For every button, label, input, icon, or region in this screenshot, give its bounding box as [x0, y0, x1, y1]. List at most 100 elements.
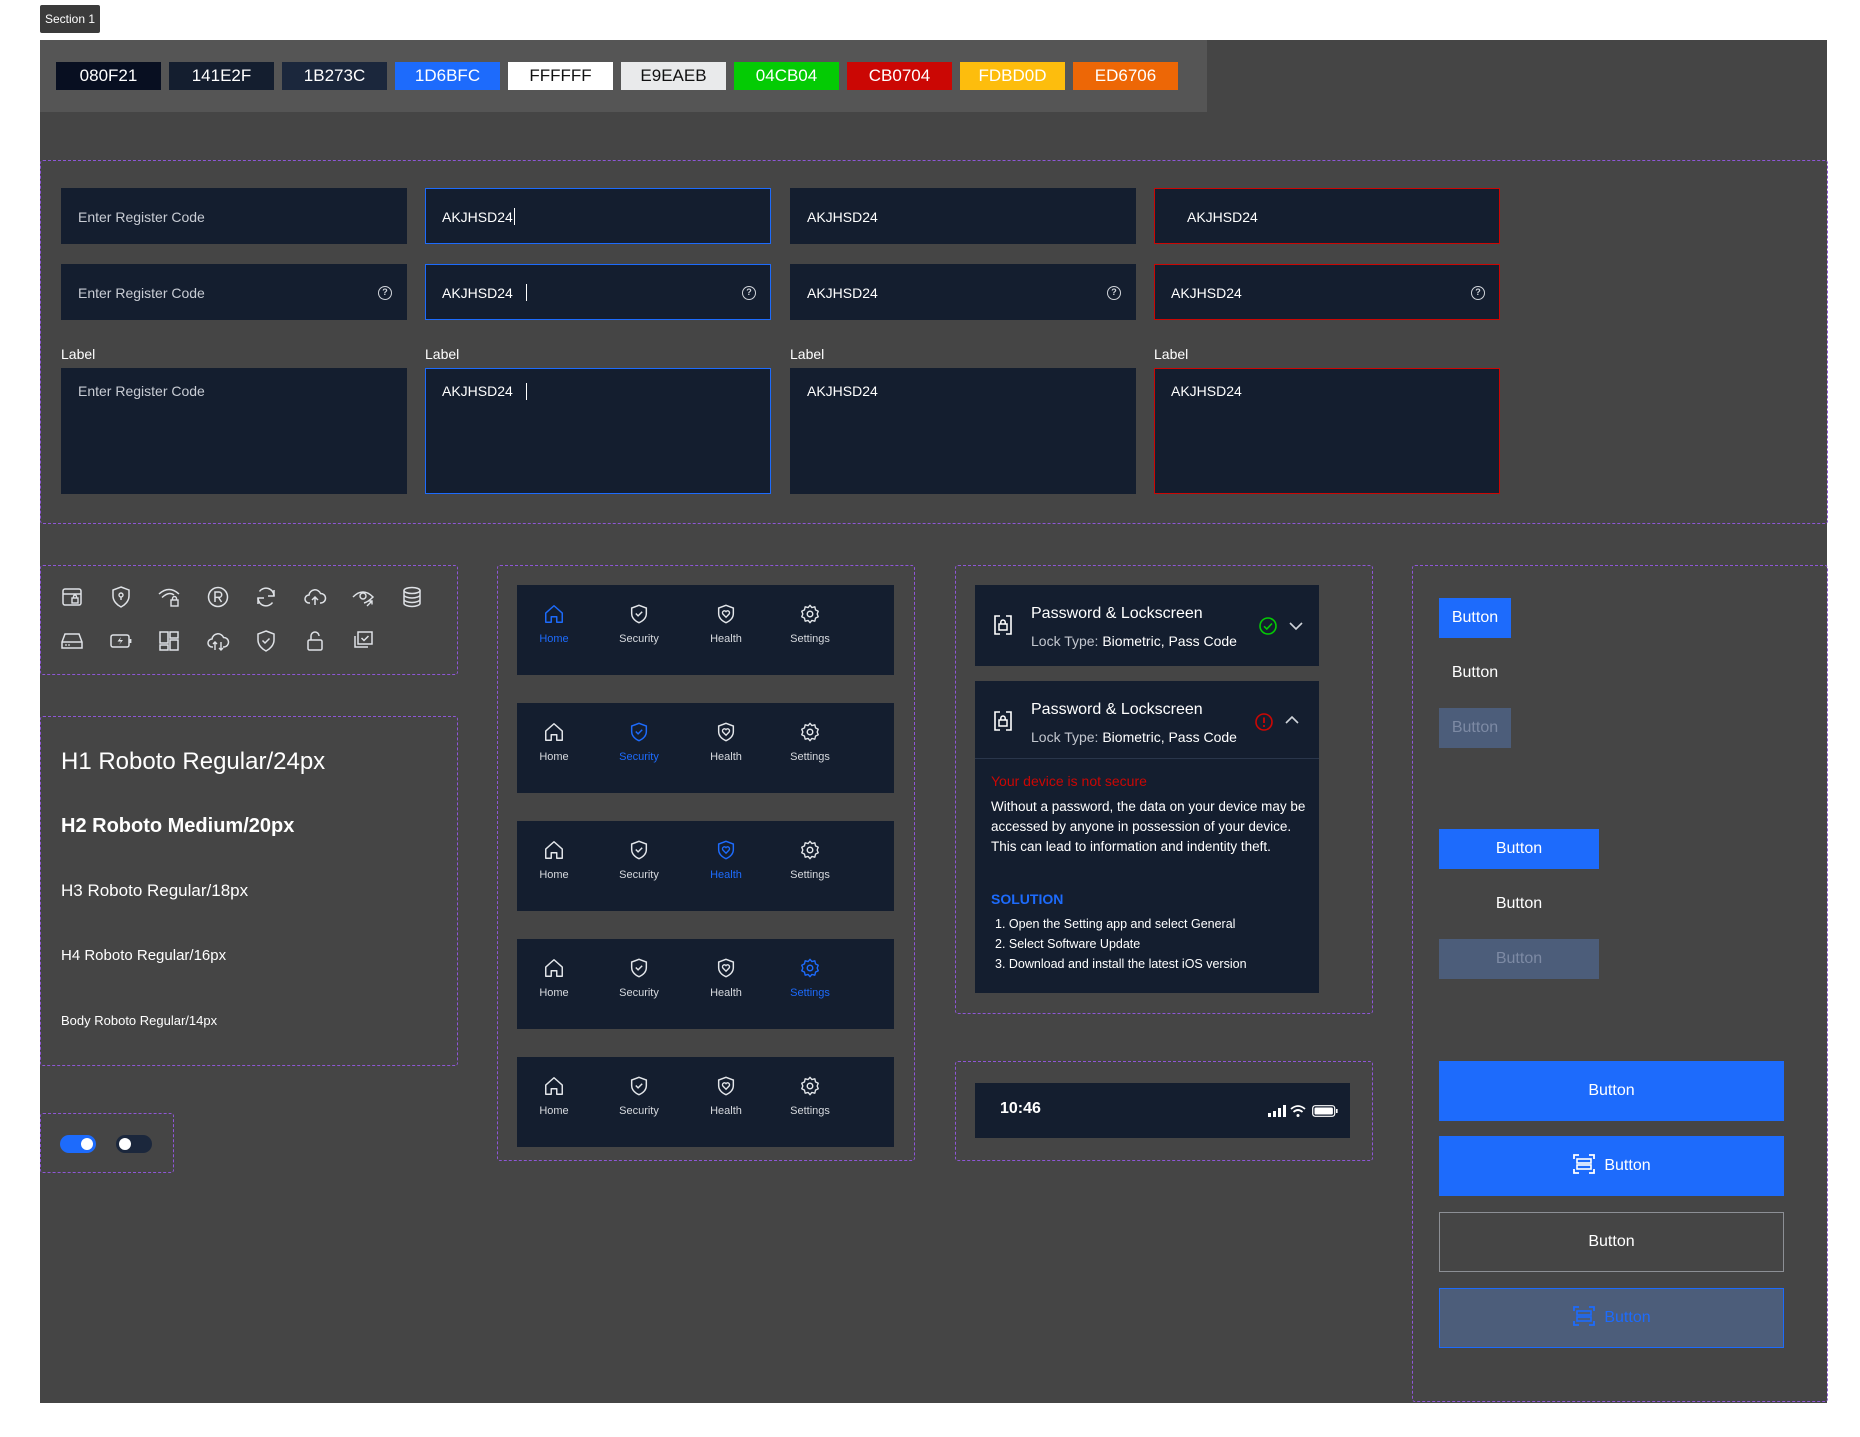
textarea-filled[interactable]: AKJHSD24 — [790, 368, 1136, 494]
home-icon — [519, 721, 589, 743]
nav-label: Security — [619, 633, 659, 645]
warning-body: Without a password, the data on your dev… — [991, 799, 1306, 854]
text-caret — [526, 383, 527, 400]
medium-primary-button[interactable]: Button — [1439, 829, 1599, 869]
textarea-placeholder[interactable]: Enter Register Code — [61, 368, 407, 494]
register-code-input-focused[interactable]: AKJHSD24? — [425, 264, 771, 320]
small-primary-button[interactable]: Button — [1439, 598, 1511, 638]
large-primary-button[interactable]: Button — [1439, 1061, 1784, 1121]
nav-item-security[interactable]: Security — [604, 1075, 674, 1117]
check-circle-icon — [1259, 617, 1277, 635]
nav-item-health[interactable]: Health — [691, 839, 761, 881]
nav-item-home[interactable]: Home — [519, 839, 589, 881]
shield-lock-icon — [109, 585, 133, 609]
register-code-input-filled[interactable]: AKJHSD24 — [790, 188, 1136, 244]
sync-icon — [254, 585, 278, 609]
chevron-down-icon[interactable] — [1288, 618, 1304, 634]
small-text-button[interactable]: Button — [1439, 653, 1511, 693]
nav-item-settings[interactable]: Settings — [775, 603, 845, 645]
nav-label: Security — [619, 1105, 659, 1117]
nav-label: Health — [710, 633, 742, 645]
battery-charge-icon — [109, 629, 133, 653]
button-label: Button — [1604, 1157, 1651, 1174]
alert-circle-icon — [1255, 713, 1273, 731]
nav-item-health[interactable]: Health — [691, 721, 761, 763]
register-code-input-placeholder[interactable]: Enter Register Code — [61, 188, 407, 244]
textarea-error[interactable]: AKJHSD24 — [1154, 368, 1500, 494]
nav-label: Home — [539, 751, 569, 763]
password-card-expanded[interactable]: Password & Lockscreen Lock Type: Biometr… — [975, 681, 1319, 993]
nav-label: Settings — [790, 751, 830, 763]
input-text: AKJHSD24 — [442, 209, 513, 225]
nav-item-settings[interactable]: Settings — [775, 839, 845, 881]
help-circle-icon[interactable]: ? — [1107, 286, 1121, 300]
home-icon — [519, 603, 589, 625]
help-circle-icon[interactable]: ? — [742, 286, 756, 300]
settings-icon — [775, 1075, 845, 1097]
button-label: Button — [1604, 1309, 1651, 1326]
toggle-on[interactable] — [60, 1135, 96, 1153]
nav-item-home[interactable]: Home — [519, 721, 589, 763]
registered-icon — [206, 585, 230, 609]
nav-label: Settings — [790, 633, 830, 645]
nav-item-home[interactable]: Home — [519, 1075, 589, 1117]
input-text: AKJHSD24 — [1171, 383, 1242, 399]
card-title: Password & Lockscreen — [1031, 701, 1203, 718]
home-icon — [519, 839, 589, 861]
field-label: Label — [790, 346, 825, 362]
input-text: Enter Register Code — [78, 285, 205, 301]
toggle-off[interactable] — [116, 1135, 152, 1153]
register-code-input-filled[interactable]: AKJHSD24? — [790, 264, 1136, 320]
help-circle-icon[interactable]: ? — [1471, 286, 1485, 300]
heading-1-sample: H1 Roboto Regular/24px — [61, 748, 326, 775]
help-circle-icon[interactable]: ? — [378, 286, 392, 300]
cloud-upload-icon — [303, 585, 327, 609]
nav-item-health[interactable]: Health — [691, 603, 761, 645]
home-icon — [519, 1075, 589, 1097]
medium-text-button[interactable]: Button — [1439, 884, 1599, 924]
large-outline-button[interactable]: Button — [1439, 1212, 1784, 1272]
large-icon-button[interactable]: Button — [1439, 1136, 1784, 1196]
field-label: Label — [1154, 346, 1189, 362]
color-swatch-1d6bfc: 1D6BFC — [395, 62, 500, 90]
chevron-up-icon[interactable] — [1284, 712, 1300, 728]
nav-item-security[interactable]: Security — [604, 721, 674, 763]
bottom-nav-bar: Home Security Health Settings — [517, 821, 894, 911]
signal-icon — [1268, 1105, 1286, 1117]
wifi-lock-icon — [157, 585, 181, 609]
register-code-input-focused[interactable]: AKJHSD24 — [425, 188, 771, 244]
security-icon — [604, 839, 674, 861]
register-code-input-placeholder[interactable]: Enter Register Code? — [61, 264, 407, 320]
textarea-focused[interactable]: AKJHSD24 — [425, 368, 771, 494]
card-title: Password & Lockscreen — [1031, 605, 1203, 622]
home-icon — [519, 957, 589, 979]
health-icon — [691, 1075, 761, 1097]
eye-share-icon — [351, 585, 375, 609]
nav-item-settings[interactable]: Settings — [775, 1075, 845, 1117]
lock-icon — [991, 613, 1015, 642]
register-code-input-error[interactable]: AKJHSD24? — [1154, 264, 1500, 320]
nav-label: Home — [539, 1105, 569, 1117]
nav-item-home[interactable]: Home — [519, 603, 589, 645]
solution-title: SOLUTION — [991, 891, 1064, 907]
color-swatch-cb0704: CB0704 — [847, 62, 952, 90]
nav-item-health[interactable]: Health — [691, 1075, 761, 1117]
nav-item-health[interactable]: Health — [691, 957, 761, 999]
nav-item-settings[interactable]: Settings — [775, 721, 845, 763]
nav-item-home[interactable]: Home — [519, 957, 589, 999]
nav-item-settings[interactable]: Settings — [775, 957, 845, 999]
nav-label: Health — [710, 869, 742, 881]
wifi-icon — [1290, 1105, 1306, 1117]
nav-label: Settings — [790, 987, 830, 999]
nav-item-security[interactable]: Security — [604, 957, 674, 999]
nav-label: Home — [539, 987, 569, 999]
nav-item-security[interactable]: Security — [604, 839, 674, 881]
color-swatch-ffffff: FFFFFF — [508, 62, 613, 90]
nav-item-security[interactable]: Security — [604, 603, 674, 645]
field-label: Label — [61, 346, 96, 362]
nav-label: Home — [539, 869, 569, 881]
register-code-input-error[interactable]: AKJHSD24 — [1154, 188, 1500, 244]
password-card-collapsed[interactable]: Password & Lockscreen Lock Type: Biometr… — [975, 585, 1319, 666]
color-swatch-141e2f: 141E2F — [169, 62, 274, 90]
input-text: Enter Register Code — [78, 209, 205, 225]
